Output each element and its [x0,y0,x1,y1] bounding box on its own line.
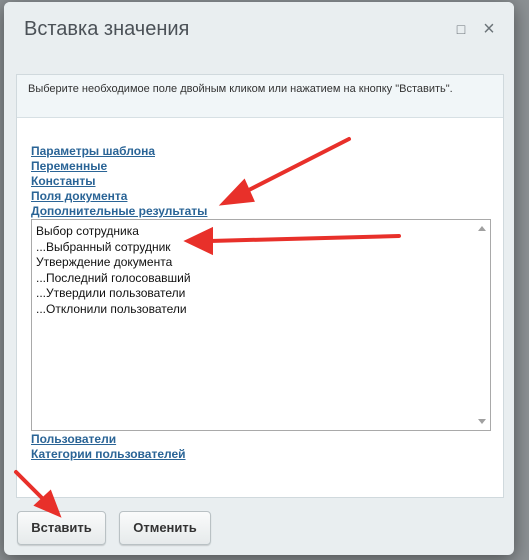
list-item[interactable]: ...Отклонили пользователи [36,302,191,318]
link-variables[interactable]: Переменные [31,159,207,174]
dialog-title: Вставка значения [24,18,190,40]
dialog-titlebar[interactable]: Вставка значения □ × [4,2,514,58]
list-item[interactable]: ...Последний голосовавший [36,271,191,287]
category-links: Параметры шаблона Переменные Константы П… [31,144,207,219]
list-item[interactable]: Утверждение документа [36,255,191,271]
list-item[interactable]: Выбор сотрудника [36,224,191,240]
instructions-text: Выберите необходимое поле двойным кликом… [28,83,453,95]
link-document-fields[interactable]: Поля документа [31,189,207,204]
list-item[interactable]: ...Выбранный сотрудник [36,240,191,256]
link-user-categories[interactable]: Категории пользователей [31,447,186,462]
insert-value-dialog: Вставка значения □ × Выберите необходимо… [4,2,514,555]
values-listbox[interactable]: Выбор сотрудника ...Выбранный сотрудник … [31,219,491,431]
link-users[interactable]: Пользователи [31,432,186,447]
link-constants[interactable]: Константы [31,174,207,189]
cancel-button[interactable]: Отменить [119,511,211,545]
instructions-panel: Выберите необходимое поле двойным кликом… [17,75,503,118]
listbox-items: Выбор сотрудника ...Выбранный сотрудник … [36,224,191,317]
scroll-down-icon[interactable] [478,419,486,424]
close-icon[interactable]: × [480,19,498,39]
link-additional-results[interactable]: Дополнительные результаты [31,204,207,219]
insert-button[interactable]: Вставить [17,511,106,545]
scroll-up-icon[interactable] [478,226,486,231]
link-template-params[interactable]: Параметры шаблона [31,144,207,159]
bottom-links: Пользователи Категории пользователей [31,432,186,462]
maximize-icon[interactable]: □ [452,20,470,38]
list-item[interactable]: ...Утвердили пользователи [36,286,191,302]
listbox-scrollbar[interactable] [474,220,490,430]
dialog-content: Выберите необходимое поле двойным кликом… [16,74,504,498]
